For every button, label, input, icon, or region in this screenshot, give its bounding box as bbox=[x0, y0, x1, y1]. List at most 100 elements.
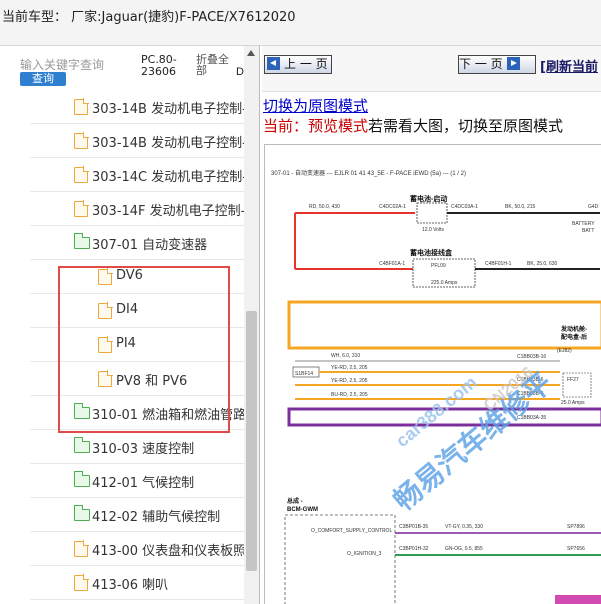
tree-item[interactable]: 412-02 辅助气候控制 bbox=[30, 498, 244, 532]
file-icon bbox=[98, 268, 113, 285]
pc-code-line2: 23606 bbox=[141, 65, 176, 78]
amps25-label: 25.0 Amps bbox=[561, 400, 585, 406]
refresh-current-link[interactable]: [刷新当前 bbox=[540, 56, 598, 75]
next-page-label: 下 一 页 bbox=[459, 57, 503, 71]
tree-item-label: 413-00 仪表盘和仪表板照E bbox=[92, 544, 244, 559]
battery-symbol bbox=[416, 202, 448, 224]
tree-item[interactable]: 303-14B 发动机电子控制-I bbox=[30, 90, 244, 124]
tree-item[interactable]: 310-01 燃油箱和燃油管路 bbox=[30, 396, 244, 430]
tree-item-label: DI4 bbox=[116, 302, 139, 317]
tree-item-label: 413-06 喇叭 bbox=[92, 578, 169, 593]
keyword-input[interactable]: 输入关键字查询 bbox=[20, 56, 112, 70]
scrollbar-thumb[interactable] bbox=[246, 311, 257, 571]
c4dc02a-label: C4DC02A-1 bbox=[379, 204, 406, 210]
tree-item-label: 412-01 气候控制 bbox=[92, 476, 195, 491]
query-button[interactable]: 查询 bbox=[20, 72, 66, 86]
folder-icon bbox=[73, 471, 90, 487]
tree-item[interactable]: 307-01 自动变速器 bbox=[30, 226, 244, 260]
c1bb03b16-label: C1BB03B-16 bbox=[517, 354, 546, 360]
mode-hint: 若需看大图，切换至原图模式 bbox=[368, 117, 564, 135]
tree-item-label: 412-02 辅助气候控制 bbox=[92, 510, 221, 525]
folder-icon bbox=[73, 403, 90, 419]
tree-item[interactable]: 303-14C 发动机电子控制-D bbox=[30, 158, 244, 192]
wire1-label: RD, 50.0, 430 bbox=[309, 204, 340, 210]
file-icon bbox=[74, 166, 89, 183]
collapse-all-button[interactable]: 折叠全 部 bbox=[196, 54, 234, 76]
wire2-label: BK, 50.0, 215 bbox=[505, 204, 536, 210]
prev-page-button[interactable]: 上 一 页 bbox=[264, 55, 332, 74]
vertical-scrollbar[interactable] bbox=[244, 46, 259, 604]
orange-wire-loop bbox=[287, 300, 601, 350]
file-icon bbox=[74, 574, 89, 591]
folder-icon bbox=[73, 505, 90, 521]
c3bp01b35-label: C3BP01B-35 bbox=[399, 524, 428, 530]
right-panel: 上 一 页 下 一 页 [刷新当前 切换为原图模式 当前：预览模式若需看大图，切… bbox=[262, 46, 601, 604]
tree-item-label: PV8 和 PV6 bbox=[116, 374, 188, 389]
ej82-label: (EJ82) bbox=[557, 348, 572, 354]
wire3-label: BK, 25.0, 630 bbox=[527, 261, 558, 267]
current-vehicle-title: 当前车型： 厂家:Jaguar(捷豹)F-PACE/X7612020 bbox=[2, 10, 296, 25]
mode-current: 当前：预览模式 bbox=[263, 117, 369, 135]
tree-item[interactable]: PV8 和 PV6 bbox=[30, 362, 244, 396]
tree-item-label: 303-14B 发动机电子控制-I bbox=[92, 102, 244, 117]
tree-item[interactable]: DV6 bbox=[30, 260, 244, 294]
tree-item[interactable]: 310-03 速度控制 bbox=[30, 430, 244, 464]
tree-item[interactable]: 413-06 喇叭 bbox=[30, 566, 244, 600]
file-icon bbox=[98, 370, 113, 387]
g4d-label: G4D bbox=[588, 204, 599, 210]
battery-junction-label: 蓄电池接线盒 bbox=[410, 248, 453, 257]
gn-label: GN-OG, 0.5, 855 bbox=[445, 546, 483, 552]
tree-item[interactable]: 303-14F 发动机电子控制-P bbox=[30, 192, 244, 226]
right-module-line2: 配电盒-后 bbox=[561, 333, 587, 341]
wiring-diagram-svg: 307-01 - 自动变速器 --- EJLR 01 41 43_5E - F-… bbox=[271, 169, 601, 604]
c3bp01h32-label: C3BP01H-32 bbox=[399, 546, 429, 552]
wh-label: WH, 6.0, 310 bbox=[331, 353, 360, 359]
battery-start-label: 蓄电池-启动 bbox=[410, 194, 447, 203]
pc-code: PC.80- 23606 bbox=[141, 54, 186, 78]
ye2-label: YE-RD, 2.5, 205 bbox=[331, 378, 368, 384]
arrow-right-icon bbox=[506, 57, 520, 70]
tree-item-label: 310-03 速度控制 bbox=[92, 442, 195, 457]
tree-item[interactable]: 303-14B 发动机电子控制-P bbox=[30, 124, 244, 158]
file-icon bbox=[98, 302, 113, 319]
o-ignition-label: O_IGNITION_3 bbox=[347, 551, 382, 557]
diagram-header: 307-01 - 自动变速器 --- EJLR 01 41 43_5E - F-… bbox=[271, 169, 466, 177]
tree-view: 303-14B 发动机电子控制-I 303-14B 发动机电子控制-P 303-14… bbox=[0, 90, 244, 604]
s1bf14-label: S1BF14 bbox=[295, 371, 313, 377]
file-icon bbox=[74, 540, 89, 557]
file-icon bbox=[74, 132, 89, 149]
scroll-up-icon[interactable] bbox=[247, 50, 255, 56]
nav-bar: 上 一 页 下 一 页 [刷新当前 bbox=[262, 46, 601, 92]
vt-label: VT-GY, 0.35, 330 bbox=[445, 524, 483, 530]
battery-label: BATTERY bbox=[572, 221, 595, 227]
batt-label: BATT bbox=[582, 228, 594, 234]
pink-wire-stub bbox=[555, 595, 601, 604]
tree-item-label: PI4 bbox=[116, 336, 136, 351]
tree-item[interactable]: PI4 bbox=[30, 328, 244, 362]
tree-item[interactable]: DI4 bbox=[30, 294, 244, 328]
arrow-left-icon bbox=[267, 57, 280, 70]
prev-page-label: 上 一 页 bbox=[284, 57, 328, 71]
left-panel: 输入关键字查询 查询 PC.80- 23606 折叠全 部 D 303-14B … bbox=[0, 46, 260, 604]
file-icon bbox=[74, 98, 89, 115]
tree-item[interactable]: 413-00 仪表盘和仪表板照E bbox=[30, 532, 244, 566]
tree-item[interactable]: 412-01 气候控制 bbox=[30, 464, 244, 498]
bcm-line1: 总成 - bbox=[287, 497, 303, 505]
switch-original-mode-link[interactable]: 切换为原图模式 bbox=[263, 95, 368, 116]
o-comfort-label: O_COMFORT_SUPPLY_CONTROL bbox=[311, 528, 392, 534]
truncated-label: D bbox=[236, 66, 244, 78]
folder-icon bbox=[73, 437, 90, 453]
topbar: 当前车型： 厂家:Jaguar(捷豹)F-PACE/X7612020 bbox=[0, 0, 601, 46]
bcm-line2: BCM-GWM bbox=[287, 507, 318, 513]
volts-label: 12.0 Volts bbox=[422, 227, 444, 233]
folder-icon bbox=[73, 233, 90, 249]
tree-item-label: 307-01 自动变速器 bbox=[92, 238, 208, 253]
c4bf01h-label: C4BF01H-1 bbox=[485, 261, 512, 267]
tree-item-label: 310-01 燃油箱和燃油管路 bbox=[92, 408, 244, 423]
search-area: 输入关键字查询 查询 PC.80- 23606 折叠全 部 D bbox=[0, 46, 250, 90]
next-page-button[interactable]: 下 一 页 bbox=[458, 55, 536, 74]
pfl09-label: PFL09 bbox=[431, 263, 446, 269]
c4bf01a-label: C4BF01A-1 bbox=[379, 261, 405, 267]
right-module-line1: 发动机舱- bbox=[560, 325, 587, 333]
wiring-diagram[interactable]: 307-01 - 自动变速器 --- EJLR 01 41 43_5E - F-… bbox=[264, 144, 601, 604]
